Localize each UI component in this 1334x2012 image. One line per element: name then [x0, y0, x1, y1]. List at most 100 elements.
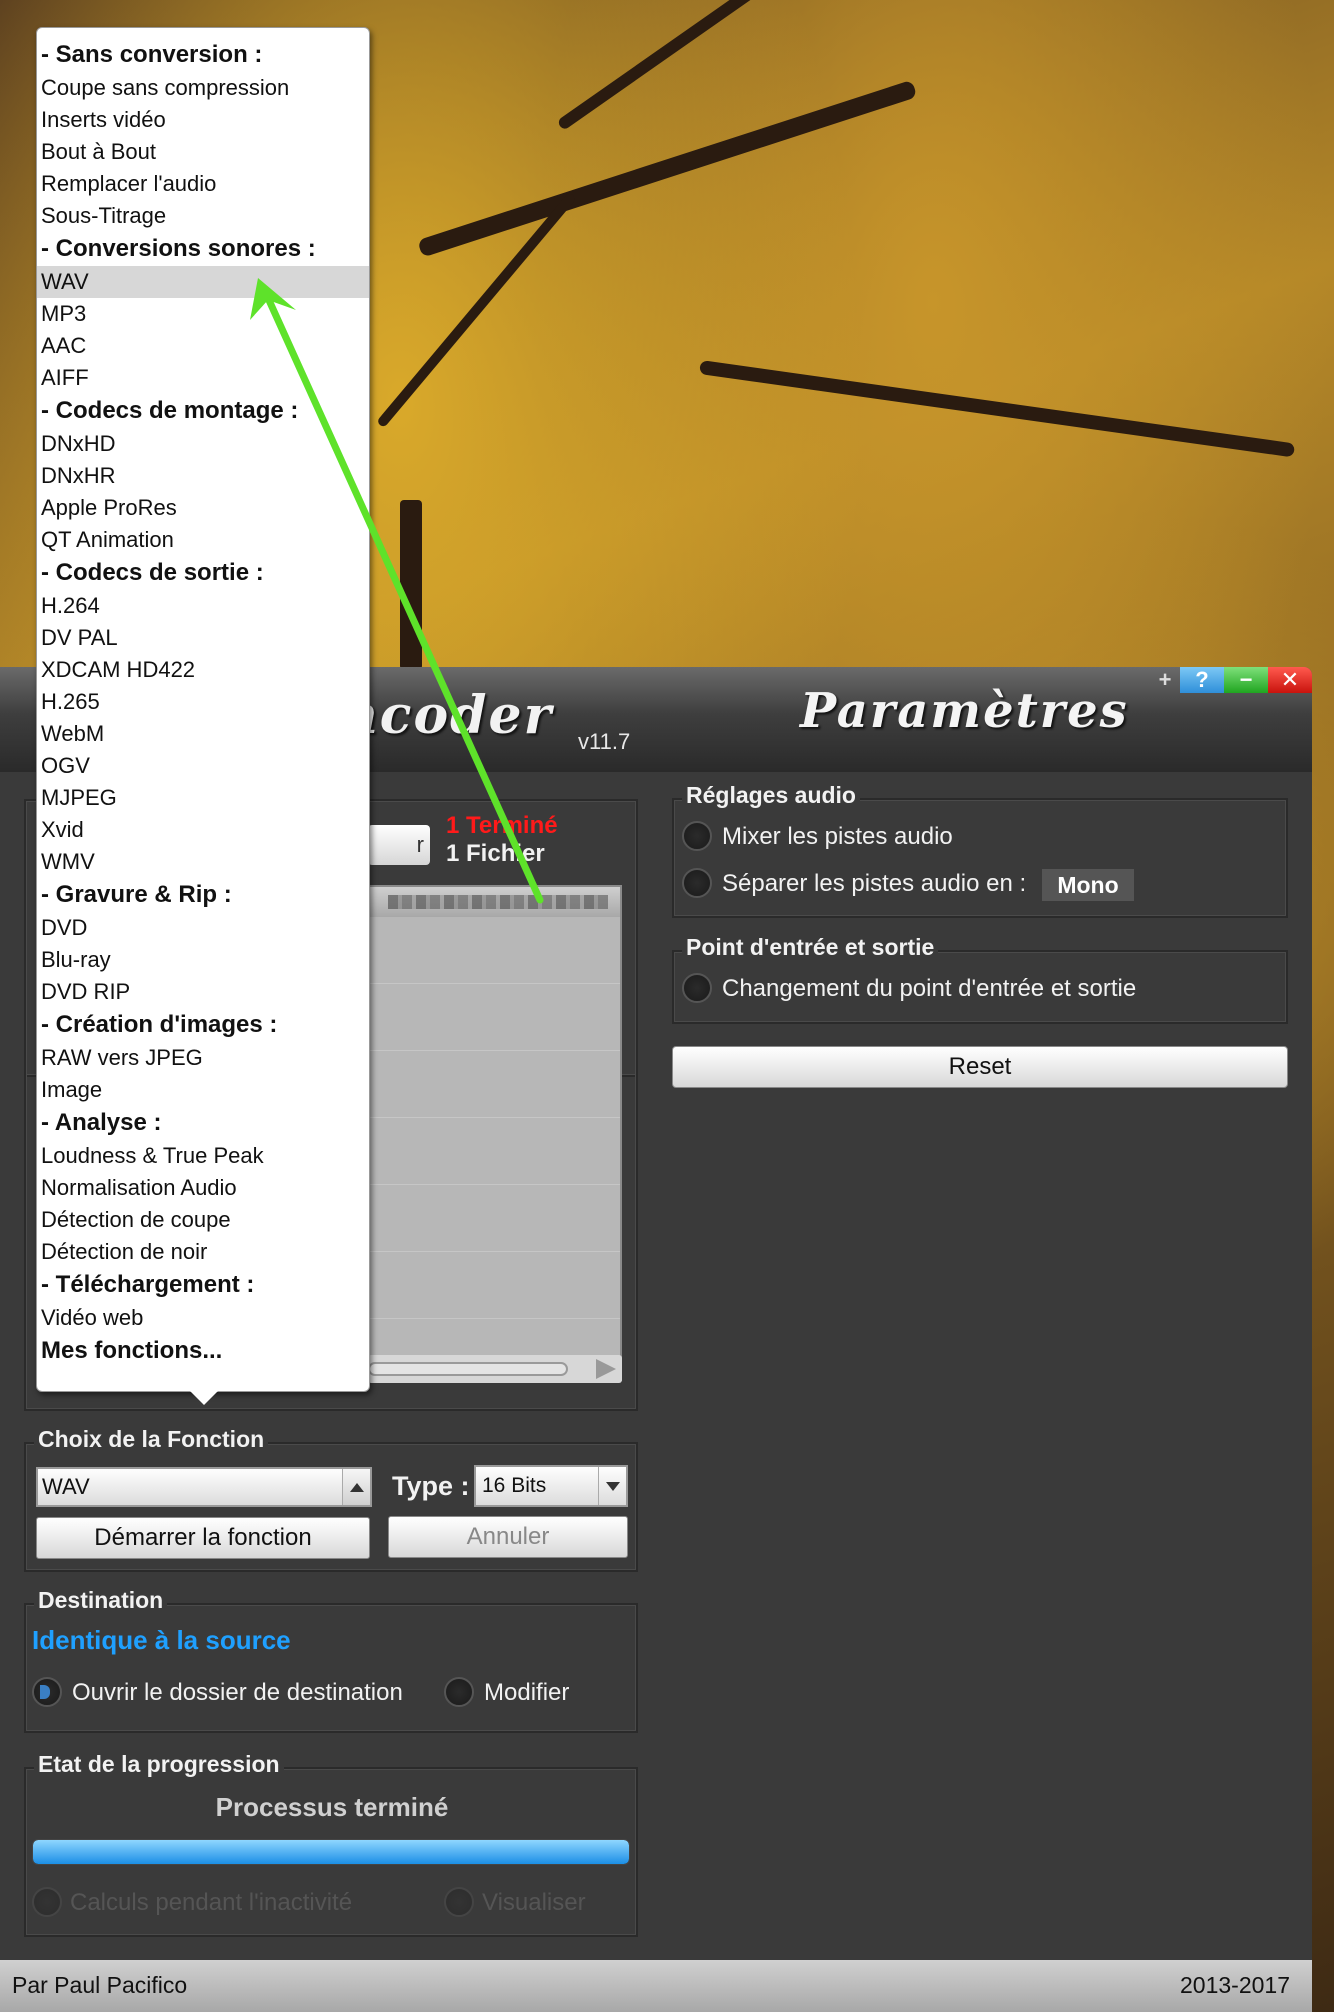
inout-change-radio[interactable]: [682, 973, 712, 1003]
menu-item[interactable]: WebM: [37, 718, 369, 750]
tree-trunk: [400, 500, 422, 670]
file-list[interactable]: [368, 885, 622, 1381]
menu-item[interactable]: Détection de noir: [37, 1236, 369, 1268]
table-row[interactable]: [370, 1185, 620, 1252]
inout-change-label[interactable]: Changement du point d'entrée et sortie: [722, 975, 1136, 1003]
open-folder-label[interactable]: Ouvrir le dossier de destination: [72, 1679, 403, 1707]
menu-item[interactable]: AAC: [37, 330, 369, 362]
idle-calc-radio[interactable]: [32, 1887, 62, 1917]
file-list-header: [370, 887, 620, 917]
menu-item[interactable]: DNxHR: [37, 460, 369, 492]
table-row[interactable]: [370, 1252, 620, 1319]
menu-pointer: [190, 1391, 218, 1405]
menu-item[interactable]: AIFF: [37, 362, 369, 394]
menu-item[interactable]: Normalisation Audio: [37, 1172, 369, 1204]
menu-category-header: - Codecs de montage :: [41, 397, 299, 424]
split-audio-radio[interactable]: [682, 868, 712, 898]
type-select-value: 16 Bits: [482, 1474, 547, 1497]
menu-category-header[interactable]: Mes fonctions...: [37, 1334, 369, 1368]
menu-item[interactable]: XDCAM HD422: [37, 654, 369, 686]
destination-legend: Destination: [34, 1587, 168, 1614]
file-list-scrollbar[interactable]: [368, 1355, 622, 1383]
function-input-value: WAV: [42, 1474, 90, 1499]
progress-legend: Etat de la progression: [34, 1751, 284, 1778]
author-credit: Par Paul Pacifico: [12, 1972, 188, 1998]
function-dropdown-menu: - Sans conversion : Coupe sans compressio…: [36, 27, 370, 1392]
menu-category-header: - Codecs de sortie :: [41, 559, 264, 586]
table-row[interactable]: [370, 1118, 620, 1185]
copyright-years: 2013-2017: [1180, 1972, 1290, 1998]
play-icon[interactable]: [596, 1359, 616, 1379]
menu-item[interactable]: Sous-Titrage: [37, 200, 369, 232]
split-audio-label[interactable]: Séparer les pistes audio en :: [722, 870, 1026, 898]
menu-item[interactable]: MJPEG: [37, 782, 369, 814]
open-folder-radio[interactable]: [32, 1677, 62, 1707]
progress-bar: [32, 1839, 630, 1865]
menu-item[interactable]: OGV: [37, 750, 369, 782]
table-row[interactable]: [370, 1051, 620, 1118]
menu-item[interactable]: Détection de coupe: [37, 1204, 369, 1236]
audio-settings-group: Réglages audio: [672, 782, 1288, 918]
status-done: 1 Terminé: [446, 812, 558, 839]
reset-button[interactable]: Reset: [672, 1046, 1288, 1088]
destination-path[interactable]: Identique à la source: [32, 1625, 291, 1656]
close-icon[interactable]: ✕: [1268, 667, 1312, 693]
progress-status: Processus terminé: [215, 1792, 449, 1822]
app-version: v11.7: [578, 729, 631, 754]
app-title: ncoder: [340, 685, 553, 746]
progress-fill: [33, 1840, 629, 1864]
mix-audio-radio[interactable]: [682, 821, 712, 851]
menu-category-header: - Analyse :: [41, 1109, 162, 1136]
menu-item[interactable]: H.264: [37, 590, 369, 622]
chevron-up-icon[interactable]: [342, 1469, 370, 1505]
cancel-button[interactable]: Annuler: [388, 1516, 628, 1558]
menu-item[interactable]: Remplacer l'audio: [37, 168, 369, 200]
modify-radio[interactable]: [444, 1677, 474, 1707]
menu-item[interactable]: QT Animation: [37, 524, 369, 556]
menu-category-header: - Téléchargement :: [41, 1271, 255, 1298]
menu-item[interactable]: DVD RIP: [37, 976, 369, 1008]
preview-radio[interactable]: [444, 1887, 474, 1917]
menu-item[interactable]: Apple ProRes: [37, 492, 369, 524]
menu-category-header: - Sans conversion :: [41, 41, 263, 68]
browse-button[interactable]: r: [368, 825, 430, 865]
function-input[interactable]: WAV: [36, 1467, 372, 1507]
menu-item[interactable]: Image: [37, 1074, 369, 1106]
chevron-down-icon[interactable]: [598, 1467, 626, 1505]
menu-item[interactable]: WMV: [37, 846, 369, 878]
menu-item[interactable]: Loudness & True Peak: [37, 1140, 369, 1172]
type-select[interactable]: 16 Bits: [474, 1465, 628, 1507]
menu-item[interactable]: Vidéo web: [37, 1302, 369, 1334]
plus-icon[interactable]: +: [1150, 667, 1180, 693]
menu-item[interactable]: Bout à Bout: [37, 136, 369, 168]
menu-item[interactable]: DV PAL: [37, 622, 369, 654]
function-choice-legend: Choix de la Fonction: [34, 1426, 269, 1453]
minimize-icon[interactable]: −: [1224, 667, 1268, 693]
table-row[interactable]: [370, 917, 620, 984]
menu-item[interactable]: WAV: [37, 266, 369, 298]
menu-item[interactable]: Coupe sans compression: [37, 72, 369, 104]
idle-calc-label[interactable]: Calculs pendant l'inactivité: [70, 1889, 352, 1917]
menu-category-header: - Conversions sonores :: [41, 235, 316, 262]
scroll-thumb[interactable]: [368, 1362, 568, 1376]
menu-item[interactable]: DNxHD: [37, 428, 369, 460]
settings-panel-title: Paramètres: [800, 683, 1129, 739]
start-function-button[interactable]: Démarrer la fonction: [36, 1517, 370, 1559]
mix-audio-label[interactable]: Mixer les pistes audio: [722, 823, 953, 851]
tree-branch: [699, 360, 1296, 458]
table-row[interactable]: [370, 984, 620, 1051]
split-mode-select[interactable]: Mono: [1042, 869, 1134, 901]
menu-item[interactable]: H.265: [37, 686, 369, 718]
type-label: Type :: [392, 1471, 470, 1501]
menu-item[interactable]: Blu-ray: [37, 944, 369, 976]
help-icon[interactable]: ?: [1180, 667, 1224, 693]
menu-item[interactable]: Inserts vidéo: [37, 104, 369, 136]
window-controls: + ? − ✕: [1150, 667, 1312, 693]
menu-item[interactable]: RAW vers JPEG: [37, 1042, 369, 1074]
modify-label[interactable]: Modifier: [484, 1679, 569, 1707]
menu-item[interactable]: MP3: [37, 298, 369, 330]
menu-category-header: - Création d'images :: [41, 1011, 278, 1038]
menu-item[interactable]: Xvid: [37, 814, 369, 846]
preview-label[interactable]: Visualiser: [482, 1889, 586, 1917]
menu-item[interactable]: DVD: [37, 912, 369, 944]
